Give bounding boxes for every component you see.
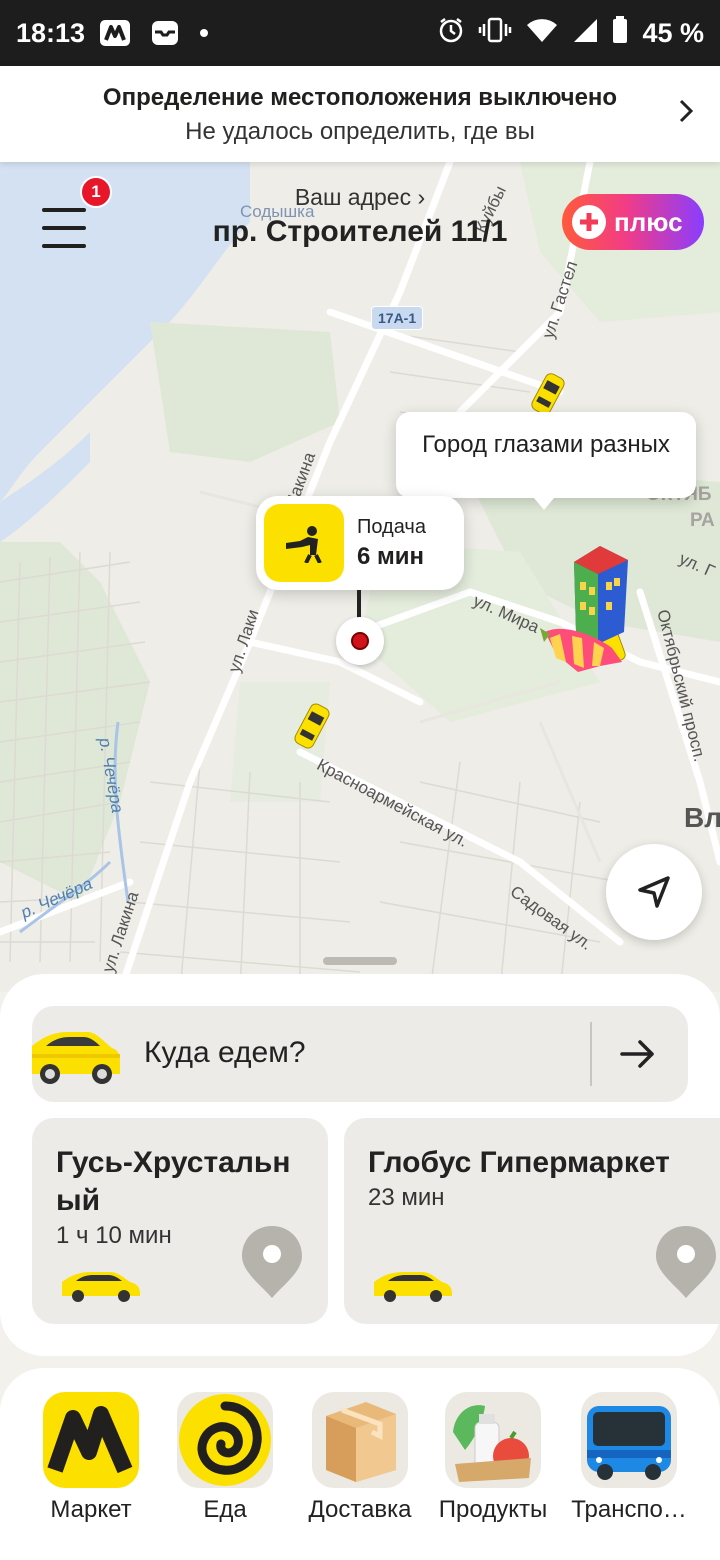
pickup-eta-card[interactable]: Подача 6 мин (256, 496, 464, 590)
pickup-label: Подача (357, 515, 426, 538)
city-promo-callout[interactable]: Город глазами разных (396, 412, 696, 510)
plus-logo-icon (572, 205, 606, 239)
map-pin-icon (654, 1224, 718, 1305)
eda-icon (177, 1392, 273, 1488)
chevron-right-icon: › (417, 184, 426, 210)
location-pin[interactable] (336, 617, 384, 665)
service-label: Маркет (50, 1496, 132, 1523)
destination-card[interactable]: Глобус Гипермаркет 23 мин (344, 1118, 720, 1324)
map-pin-icon (240, 1224, 304, 1305)
service-label: Транспо… (571, 1496, 687, 1523)
service-label: Еда (203, 1496, 247, 1523)
taxi-car-icon (372, 1266, 454, 1309)
destination-card[interactable]: Гусь-Хрустальн ый 1 ч 10 мин (32, 1118, 328, 1324)
banner-title: Определение местоположения выключено (102, 84, 618, 111)
bus-icon (581, 1392, 677, 1488)
map-view[interactable]: Содышка Куйбы ул. Гастел ул. Лакина ул. … (0, 162, 720, 992)
search-divider (590, 1022, 592, 1086)
service-delivery[interactable]: Доставка (295, 1392, 425, 1524)
destination-time: 1 ч 10 мин (56, 1222, 172, 1249)
order-panel: Куда едем? Гусь-Хрустальн ый 1 ч 10 мин … (0, 974, 720, 1356)
status-bar: 18:13 45 % (0, 0, 720, 66)
box-icon (312, 1392, 408, 1488)
status-time: 18:13 (16, 17, 86, 48)
service-transport[interactable]: Транспо… (564, 1392, 694, 1524)
destination-search[interactable]: Куда едем? (32, 1006, 688, 1102)
pickup-time: 6 мин (357, 542, 425, 570)
road-number-badge: 17А-1 (371, 306, 424, 330)
alarm-icon (438, 17, 464, 50)
service-label: Доставка (308, 1496, 412, 1523)
taxi-car-icon (32, 1024, 120, 1089)
battery-icon (612, 15, 628, 51)
callout-text: Город глазами разных (422, 431, 670, 458)
service-eda[interactable]: Еда (160, 1392, 290, 1524)
destination-name: Гусь-Хрустальн ый (56, 1146, 291, 1217)
service-label: Продукты (438, 1496, 548, 1523)
map-label-district: РА (690, 510, 715, 531)
plus-button[interactable]: плюс (562, 194, 704, 250)
drag-handle[interactable] (323, 957, 397, 965)
app-notification-icon (99, 19, 131, 47)
search-placeholder: Куда едем? (144, 1036, 306, 1069)
arrow-right-icon[interactable] (618, 1034, 658, 1079)
signal-icon (572, 17, 598, 50)
market-icon (43, 1392, 139, 1488)
service-market[interactable]: Маркет (26, 1392, 156, 1524)
inbox-icon (151, 20, 179, 46)
dot-icon (199, 28, 209, 38)
services-bar: Маркет Еда Доставка Продукты Транспо… (0, 1368, 720, 1560)
banner-subtitle: Не удалось определить, где вы (185, 118, 535, 145)
plus-label: плюс (614, 206, 683, 237)
battery-percent: 45 % (642, 17, 704, 48)
chevron-right-icon (678, 98, 694, 129)
service-products[interactable]: Продукты (428, 1392, 558, 1524)
my-location-button[interactable] (606, 844, 702, 940)
city-building-marker (574, 546, 628, 644)
vibrate-icon (478, 17, 512, 50)
taxi-car-icon (60, 1266, 142, 1309)
destination-time: 23 мин (368, 1184, 445, 1211)
location-disabled-banner[interactable]: Определение местоположения выключено Не … (0, 66, 720, 162)
groceries-icon (445, 1392, 541, 1488)
map-label-city: Вл (684, 802, 720, 833)
navigation-arrow-icon (638, 876, 670, 908)
destination-name: Глобус Гипермаркет (368, 1146, 670, 1179)
address-caption: Ваш адрес (294, 184, 412, 210)
hailing-person-icon (264, 504, 344, 582)
wifi-icon (526, 17, 558, 50)
